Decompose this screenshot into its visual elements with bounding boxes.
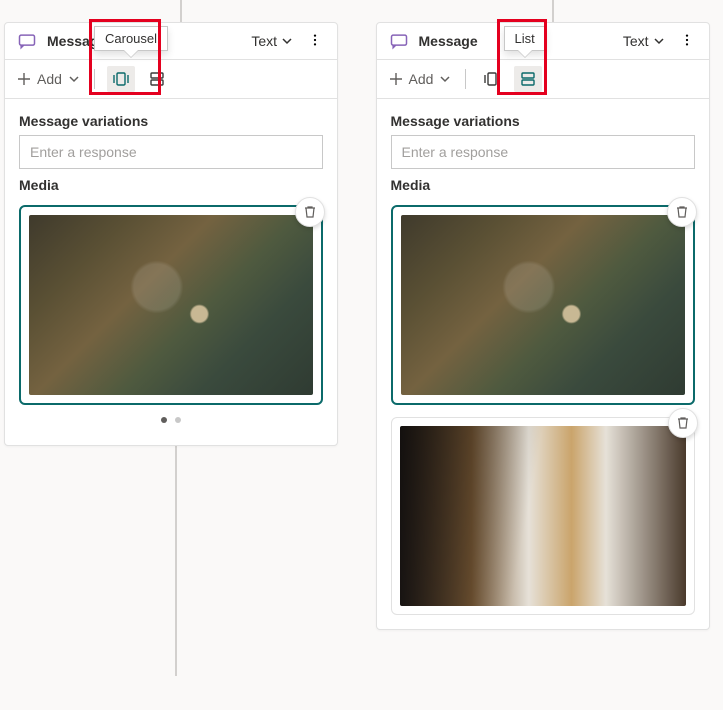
divider — [465, 69, 466, 89]
more-vertical-icon — [308, 33, 322, 47]
media-heading: Media — [19, 177, 323, 193]
plus-icon — [389, 72, 403, 86]
media-card[interactable] — [391, 417, 695, 615]
media-image — [400, 426, 686, 606]
list-icon — [150, 72, 164, 86]
add-button[interactable]: Add — [15, 67, 82, 91]
chevron-down-icon — [281, 35, 293, 47]
message-icon — [17, 31, 37, 51]
carousel-icon — [112, 72, 130, 86]
delete-media-button[interactable] — [295, 197, 325, 227]
chevron-down-icon — [68, 73, 80, 85]
tooltip-carousel: Carousel — [94, 26, 168, 51]
variations-heading: Message variations — [19, 113, 323, 129]
divider — [94, 69, 95, 89]
message-node-carousel: Carousel Message Text Add — [4, 22, 338, 446]
output-type-dropdown[interactable]: Text — [623, 33, 665, 49]
list-icon — [521, 72, 535, 86]
more-menu[interactable] — [303, 33, 327, 50]
add-button[interactable]: Add — [387, 67, 454, 91]
toolbar: Add — [377, 60, 709, 99]
card-header: Message Text — [5, 23, 337, 60]
output-type-dropdown[interactable]: Text — [251, 33, 293, 49]
delete-media-button[interactable] — [667, 197, 697, 227]
pager-dot[interactable] — [175, 417, 181, 423]
plus-icon — [17, 72, 31, 86]
delete-media-button[interactable] — [668, 408, 698, 438]
media-heading: Media — [391, 177, 695, 193]
carousel-pager[interactable] — [19, 405, 323, 431]
media-card[interactable] — [19, 205, 323, 405]
response-input[interactable] — [391, 135, 695, 169]
layout-carousel-button[interactable] — [107, 66, 135, 92]
output-type-label: Text — [251, 33, 277, 49]
response-input[interactable] — [19, 135, 323, 169]
message-icon — [389, 31, 409, 51]
pager-dot[interactable] — [161, 417, 167, 423]
more-menu[interactable] — [675, 33, 699, 50]
media-card[interactable] — [391, 205, 695, 405]
message-node-list: List Message Text Add — [376, 22, 710, 630]
add-label: Add — [409, 71, 434, 87]
layout-carousel-button[interactable] — [478, 66, 506, 92]
media-image — [401, 215, 685, 395]
tooltip-list: List — [504, 26, 546, 51]
trash-icon — [303, 205, 317, 219]
variations-heading: Message variations — [391, 113, 695, 129]
media-image — [29, 215, 313, 395]
node-title: Message — [419, 33, 478, 49]
toolbar: Add — [5, 60, 337, 99]
more-vertical-icon — [680, 33, 694, 47]
chevron-down-icon — [653, 35, 665, 47]
layout-list-button[interactable] — [143, 66, 171, 92]
trash-icon — [676, 416, 690, 430]
trash-icon — [675, 205, 689, 219]
carousel-icon — [483, 72, 501, 86]
chevron-down-icon — [439, 73, 451, 85]
add-label: Add — [37, 71, 62, 87]
layout-list-button[interactable] — [514, 66, 542, 92]
output-type-label: Text — [623, 33, 649, 49]
